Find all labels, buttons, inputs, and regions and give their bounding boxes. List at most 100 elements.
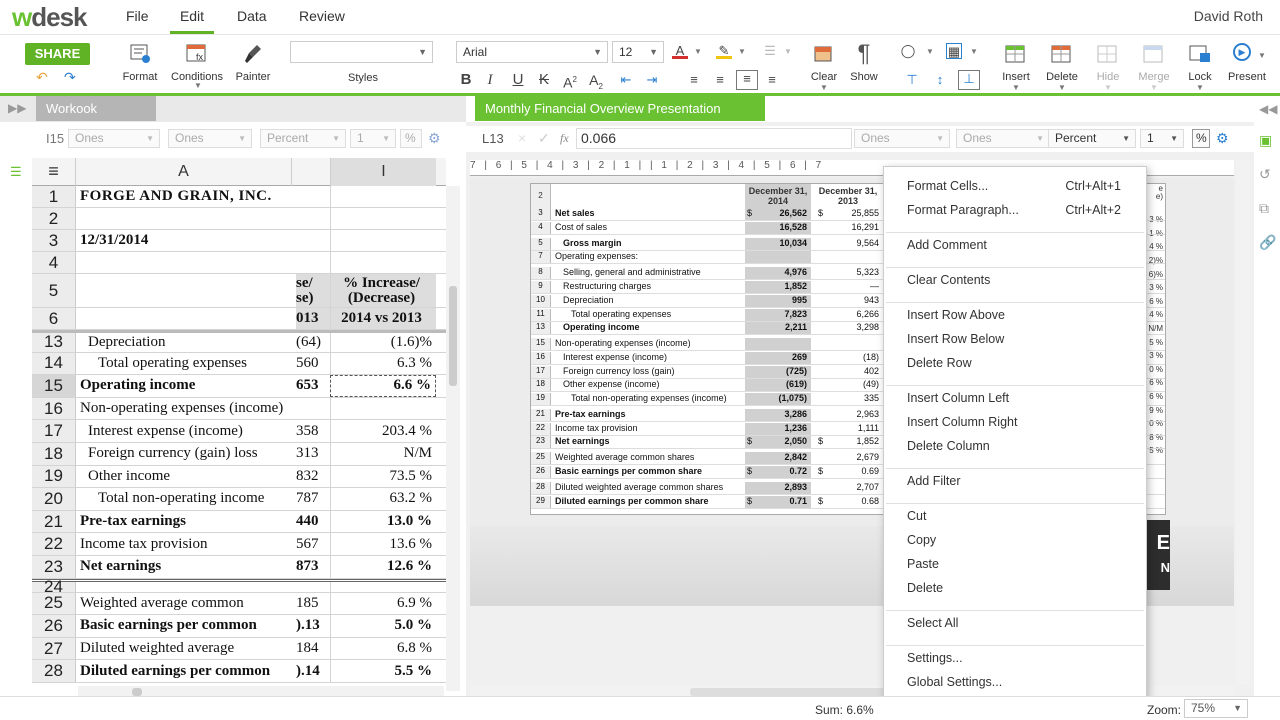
display-scale-dropdown[interactable]: Ones ▼ (168, 129, 252, 148)
cell-a[interactable]: Total non-operating income (76, 488, 292, 510)
cell-i[interactable]: 6.8 % (330, 637, 436, 660)
align-left-icon[interactable]: ≡ (686, 72, 702, 88)
menu-edit[interactable]: Edit (170, 0, 214, 34)
cell-a[interactable]: Other income (76, 466, 292, 488)
wdesk-logo[interactable]: wwdeskdesk (12, 2, 87, 33)
history-icon[interactable]: ↺ (1259, 166, 1271, 183)
table-row[interactable]: 22 Income tax provision 567 13.6 % (32, 533, 446, 556)
percent-toggle[interactable]: % (400, 129, 422, 148)
clear-button[interactable]: Clear ▼ (806, 35, 842, 93)
table-row[interactable]: 28 Diluted earnings per common).14 5.5 % (32, 660, 446, 683)
menu-data[interactable]: Data (235, 0, 269, 34)
valign-middle-icon[interactable]: ↕ (932, 72, 948, 88)
row-number[interactable]: 5 (32, 274, 76, 307)
table-row[interactable]: 27 Diluted weighted average 184 6.8 % (32, 637, 446, 661)
cell-partial[interactable]: 184 (296, 638, 330, 660)
row-number[interactable]: 4 (32, 252, 76, 273)
cell-a[interactable]: Operating income (76, 375, 292, 397)
cell-i[interactable]: (1.6)% (330, 333, 436, 352)
cell-partial[interactable]: 653 (296, 375, 330, 397)
settings-gear-icon[interactable]: ⚙ (428, 130, 441, 147)
align-center-icon[interactable]: ≡ (712, 72, 728, 88)
cell-i[interactable]: 6.6 % (330, 375, 436, 397)
format-type-dropdown[interactable]: Percent ▼ (260, 129, 346, 148)
format-button[interactable]: Format (118, 35, 162, 93)
number-scale-dropdown[interactable]: Ones ▼ (854, 129, 950, 148)
cell-partial[interactable] (296, 230, 330, 251)
spreadsheet-grid[interactable]: 1 FORGE AND GRAIN, INC. 2 3 12/31/2014 4 5 se/ … (32, 186, 446, 698)
cell-i[interactable]: 13.0 % (330, 510, 436, 533)
cell-a[interactable] (76, 308, 292, 329)
comments-icon[interactable]: ▣ (1259, 132, 1272, 149)
cell-a[interactable]: Income tax provision (76, 533, 292, 555)
cell-a[interactable] (76, 252, 292, 273)
row-number[interactable]: 26 (32, 615, 76, 637)
row-number[interactable]: 6 (32, 308, 76, 329)
menu-item-settings[interactable]: Settings... (907, 651, 963, 665)
menu-item-insert-column-right[interactable]: Insert Column Right (907, 415, 1017, 429)
row-number[interactable]: 18 (32, 443, 76, 465)
cell-partial[interactable]: 185 (296, 593, 330, 615)
workbook-tab[interactable]: Workook (DRAFT) × (36, 96, 156, 141)
cell-i[interactable] (330, 252, 436, 273)
collapse-icon[interactable]: ▶▶ (8, 101, 26, 115)
row-number[interactable]: 13 (32, 332, 76, 352)
conditions-button[interactable]: fx Conditions ▼ (170, 35, 224, 93)
menu-item-insert-column-left[interactable]: Insert Column Left (907, 391, 1009, 405)
cell-reference[interactable]: I15 (46, 131, 64, 146)
row-number[interactable]: 2 (32, 208, 76, 229)
cell-partial[interactable]: 313 (296, 443, 330, 465)
cell-i[interactable]: 6.9 % (330, 592, 436, 615)
bold-icon[interactable]: B (458, 72, 474, 88)
cell-i[interactable]: 73.5 % (330, 465, 436, 488)
justify-icon[interactable]: ≡ (764, 72, 780, 88)
delete-button[interactable]: Delete ▼ (1044, 35, 1080, 93)
decimals-dropdown[interactable]: 1 ▼ (350, 129, 396, 148)
cell-i[interactable] (330, 581, 436, 592)
formula-input[interactable]: 0.066 (576, 128, 852, 149)
vertical-scrollbar[interactable] (1236, 160, 1250, 684)
menu-item-format-paragraph[interactable]: Format Paragraph... (907, 203, 1019, 217)
cell-partial[interactable] (296, 398, 330, 420)
cell-i[interactable]: N/M (330, 443, 436, 465)
row-number[interactable]: 21 (32, 510, 76, 533)
menu-item-delete[interactable]: Delete (907, 581, 943, 595)
superscript-icon[interactable]: A2 (562, 72, 578, 91)
row-number[interactable]: 24 (32, 577, 76, 596)
menu-file[interactable]: File (124, 0, 151, 34)
show-button[interactable]: ¶ Show (846, 35, 882, 93)
cell-a[interactable]: Diluted earnings per common (76, 660, 292, 682)
menu-item-add-comment[interactable]: Add Comment (907, 238, 987, 252)
cell-a[interactable] (76, 208, 292, 229)
share-button[interactable]: SHARE (25, 43, 90, 65)
table-row[interactable]: 24 (32, 577, 446, 596)
present-button[interactable]: ▶ Present ▼ (1224, 35, 1270, 93)
redo-icon[interactable]: ↷ (64, 69, 76, 86)
italic-icon[interactable]: I (482, 72, 498, 88)
cell-partial[interactable]: 560 (296, 353, 330, 375)
table-row[interactable]: 25 Weighted average common 185 6.9 % (32, 592, 446, 616)
menu-item-insert-row-below[interactable]: Insert Row Below (907, 332, 1004, 346)
link-icon[interactable]: 🔗 (1259, 234, 1276, 251)
cell-i[interactable]: 13.6 % (330, 533, 436, 555)
subscript-icon[interactable]: A2 (588, 72, 604, 91)
merge-button[interactable]: Merge ▼ (1136, 35, 1172, 93)
cell-a[interactable]: Net earnings (76, 556, 292, 578)
cell-a[interactable]: Pre-tax earnings (76, 511, 292, 533)
lock-button[interactable]: Lock ▼ (1182, 35, 1218, 93)
percent-toggle[interactable]: % (1192, 129, 1210, 148)
table-row[interactable]: 4 (32, 252, 446, 274)
cell-a[interactable]: Total operating expenses (76, 353, 292, 375)
settings-gear-icon[interactable]: ⚙ (1216, 130, 1229, 147)
row-number[interactable]: 14 (32, 352, 76, 375)
row-number[interactable]: 1 (32, 186, 76, 207)
column-header-a[interactable]: A (76, 158, 292, 186)
zoom-dropdown[interactable]: 75% ▼ (1184, 699, 1248, 718)
menu-item-paste[interactable]: Paste (907, 557, 939, 571)
cell-i[interactable]: 2014 vs 2013 (330, 308, 436, 329)
cell-partial[interactable]: 440 (296, 511, 330, 533)
row-number[interactable]: 17 (32, 420, 76, 442)
function-icon[interactable]: fx (560, 131, 569, 146)
table-row[interactable]: 15 Operating income 653 6.6 % (32, 375, 446, 398)
styles-dropdown[interactable]: ▼ (290, 41, 433, 63)
